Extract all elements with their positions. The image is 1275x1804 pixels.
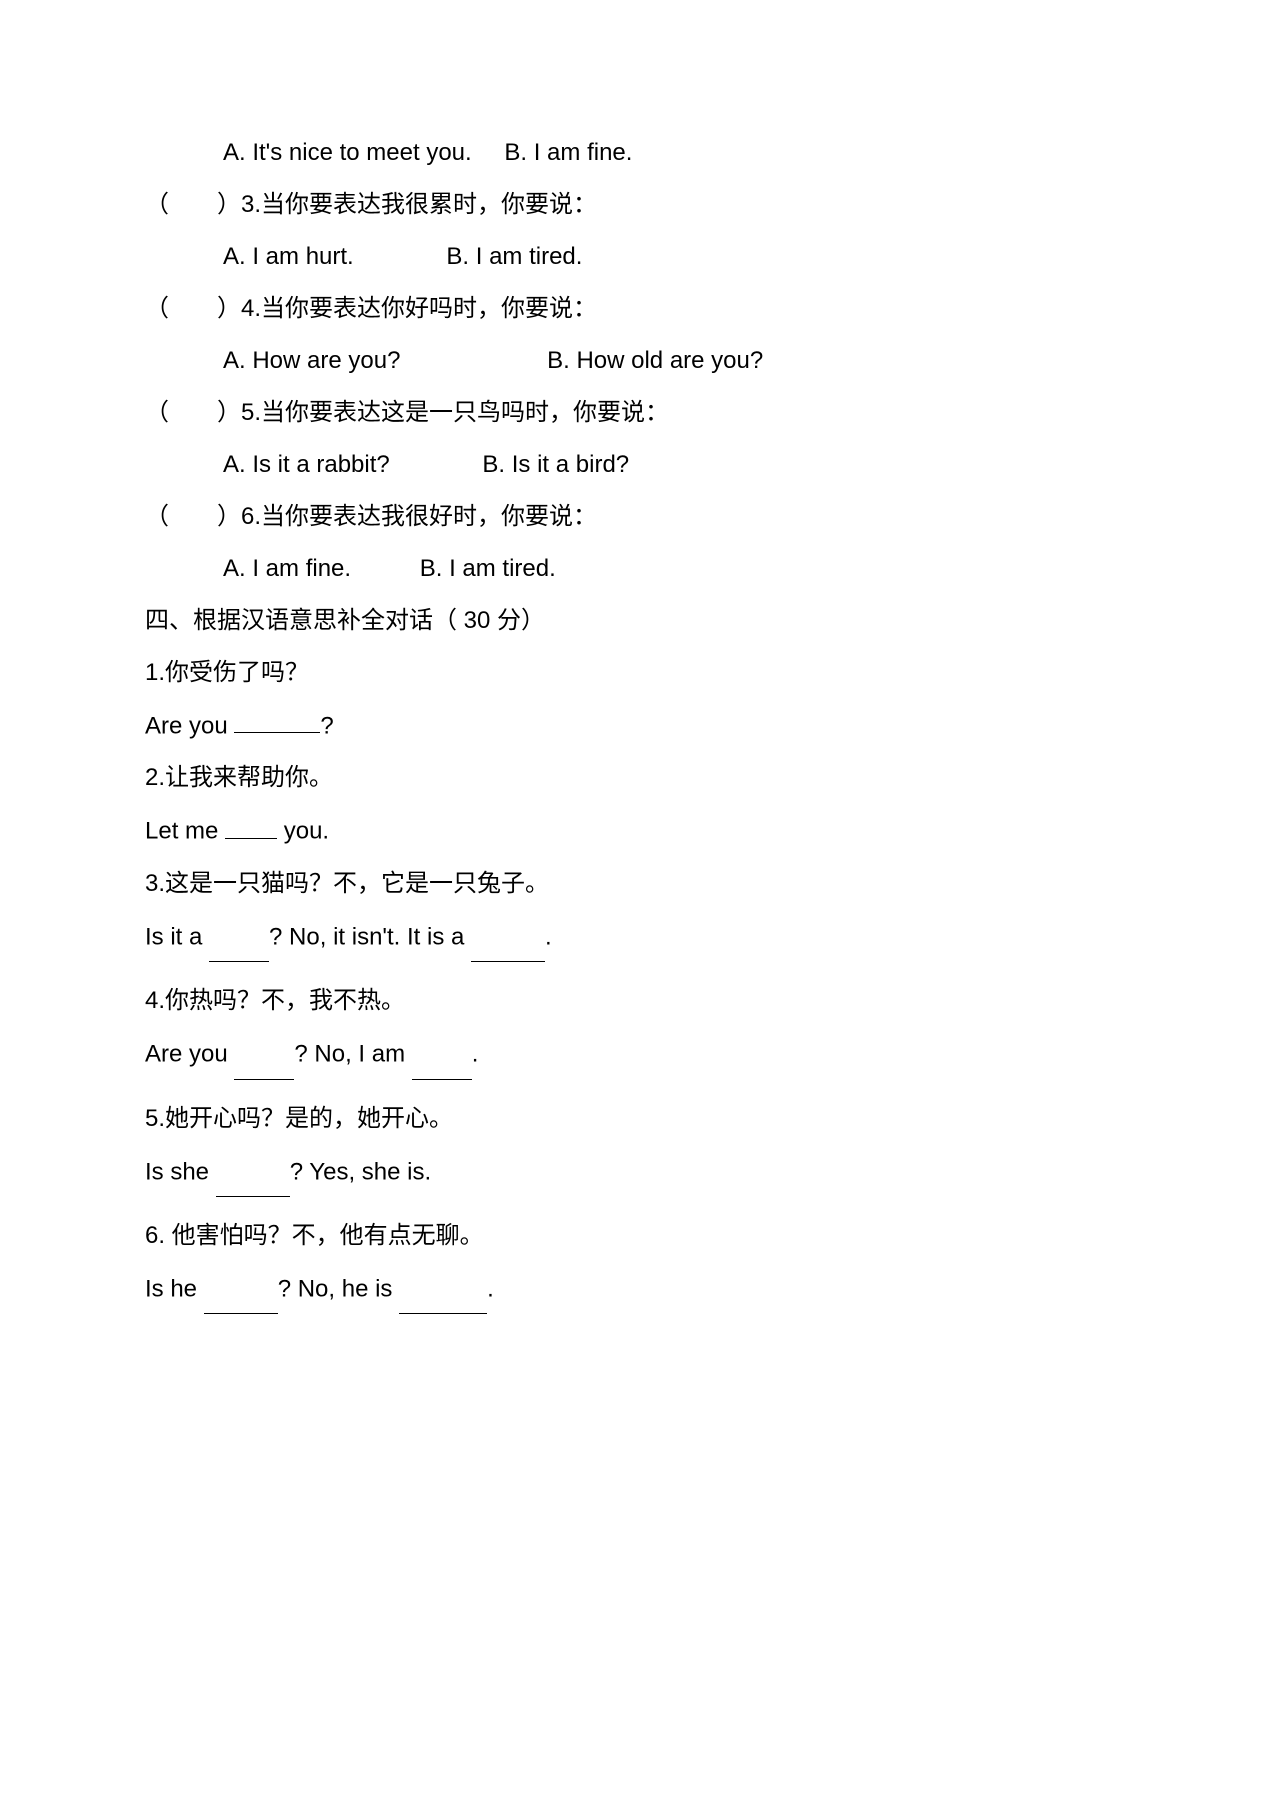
f6-en-a: Is he — [145, 1275, 204, 1302]
f6-en: Is he ? No, he is . — [145, 1270, 1130, 1307]
f1-zh: 1.你受伤了吗？ — [145, 655, 1130, 691]
f3-en-b: ? No, it isn't. It is a — [269, 923, 471, 950]
q4-row: （ ） 4.当你要表达你好吗时，你要说： — [145, 291, 1130, 327]
q4-answer-blank[interactable]: （ ） — [145, 291, 241, 327]
f6-en-c: . — [487, 1275, 494, 1302]
f2-blank[interactable] — [225, 812, 277, 838]
f2-zh: 2.让我来帮助你。 — [145, 760, 1130, 796]
f3-blank-2[interactable] — [471, 936, 545, 962]
q6-answer-blank[interactable]: （ ） — [145, 499, 241, 535]
f4-blank-2[interactable] — [412, 1053, 472, 1079]
q2-options: A. It's nice to meet you. B. I am fine. — [145, 135, 1130, 171]
q6-row: （ ） 6.当你要表达我很好时，你要说： — [145, 499, 1130, 535]
f2-en-a: Let me — [145, 818, 225, 845]
q5-row: （ ） 5.当你要表达这是一只鸟吗时，你要说： — [145, 395, 1130, 431]
f1-blank[interactable] — [234, 707, 320, 733]
q3-option-b: B. I am tired. — [446, 239, 582, 275]
q6-option-a: A. I am fine. — [223, 551, 351, 587]
q3-row: （ ） 3.当你要表达我很累时，你要说： — [145, 187, 1130, 223]
f4-en: Are you ? No, I am . — [145, 1035, 1130, 1072]
f3-en-c: . — [545, 923, 552, 950]
f1-en-b: ? — [320, 712, 333, 739]
q4-option-b: B. How old are you? — [547, 343, 763, 379]
f4-blank-1[interactable] — [234, 1053, 294, 1079]
f4-zh: 4.你热吗？不，我不热。 — [145, 983, 1130, 1019]
q2-option-a: A. It's nice to meet you. — [223, 135, 472, 171]
f5-zh: 5.她开心吗？是的，她开心。 — [145, 1101, 1130, 1137]
f1-en: Are you ? — [145, 707, 1130, 744]
q5-answer-blank[interactable]: （ ） — [145, 395, 241, 431]
f4-en-a: Are you — [145, 1041, 234, 1068]
section-4-header: 四、根据汉语意思补全对话（ 30 分） — [145, 603, 1130, 639]
q2-option-b: B. I am fine. — [504, 135, 632, 171]
q6-options: A. I am fine. B. I am tired. — [145, 551, 1130, 587]
f2-en-b: you. — [277, 818, 329, 845]
q5-text: 5.当你要表达这是一只鸟吗时，你要说： — [241, 395, 669, 431]
q5-options: A. Is it a rabbit? B. Is it a bird? — [145, 447, 1130, 483]
f6-blank-1[interactable] — [204, 1288, 278, 1314]
f3-en: Is it a ? No, it isn't. It is a . — [145, 918, 1130, 955]
q6-option-b: B. I am tired. — [420, 551, 556, 587]
f3-en-a: Is it a — [145, 923, 209, 950]
f5-en-a: Is she — [145, 1158, 216, 1185]
f6-zh: 6. 他害怕吗？不，他有点无聊。 — [145, 1218, 1130, 1254]
f3-blank-1[interactable] — [209, 936, 269, 962]
f6-blank-2[interactable] — [399, 1288, 487, 1314]
q3-text: 3.当你要表达我很累时，你要说： — [241, 187, 597, 223]
f2-en: Let me you. — [145, 812, 1130, 849]
q6-text: 6.当你要表达我很好时，你要说： — [241, 499, 597, 535]
f3-zh: 3.这是一只猫吗？不，它是一只兔子。 — [145, 866, 1130, 902]
q3-option-a: A. I am hurt. — [223, 239, 354, 275]
f6-en-b: ? No, he is — [278, 1275, 399, 1302]
f1-en-a: Are you — [145, 712, 234, 739]
q5-option-b: B. Is it a bird? — [482, 447, 629, 483]
q4-option-a: A. How are you? — [223, 343, 400, 379]
f4-en-c: . — [472, 1041, 479, 1068]
q3-answer-blank[interactable]: （ ） — [145, 187, 241, 223]
q4-options: A. How are you? B. How old are you? — [145, 343, 1130, 379]
q4-text: 4.当你要表达你好吗时，你要说： — [241, 291, 597, 327]
f5-blank[interactable] — [216, 1171, 290, 1197]
f5-en-b: ? Yes, she is. — [290, 1158, 431, 1185]
q3-options: A. I am hurt. B. I am tired. — [145, 239, 1130, 275]
f4-en-b: ? No, I am — [294, 1041, 411, 1068]
q5-option-a: A. Is it a rabbit? — [223, 447, 390, 483]
f5-en: Is she ? Yes, she is. — [145, 1153, 1130, 1190]
